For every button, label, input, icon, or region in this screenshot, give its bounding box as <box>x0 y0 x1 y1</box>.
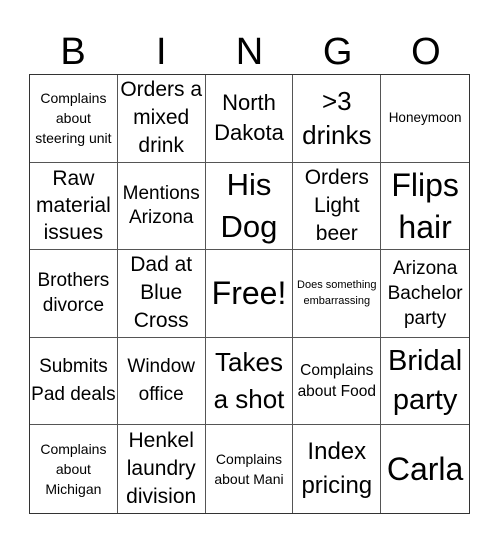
bingo-cell[interactable]: His Dog <box>205 162 294 251</box>
bingo-cell[interactable]: Brothers divorce <box>30 250 118 338</box>
cell-text: Complains about Michigan <box>40 441 107 498</box>
bingo-cell[interactable]: Submits Pad deals <box>30 337 118 426</box>
bingo-cell[interactable]: Honeymoon <box>381 75 469 163</box>
bingo-cell[interactable]: Raw material issues <box>30 162 118 251</box>
bingo-cell[interactable]: Orders Light beer <box>293 162 382 251</box>
header-letter-b: B <box>60 31 86 73</box>
cell-text: Window office <box>127 356 195 406</box>
cell-text: Bridal party <box>388 345 463 417</box>
header-letter-o: O <box>411 31 441 73</box>
cell-text: North Dakota <box>214 90 284 146</box>
cell-text: Orders a mixed drink <box>120 78 203 158</box>
cell-text: Brothers divorce <box>37 270 110 317</box>
bingo-cell[interactable]: Carla <box>381 425 469 513</box>
bingo-cell[interactable]: Flips hair <box>381 163 469 251</box>
bingo-cell[interactable]: Complains about Food <box>293 337 382 426</box>
cell-text: Submits Pad deals <box>31 356 116 406</box>
bingo-cell[interactable]: Arizona Bachelor party <box>381 250 469 338</box>
cell-text: Flips hair <box>391 166 459 245</box>
bingo-cell[interactable]: Complains about Mani <box>206 425 294 513</box>
cell-text: Henkel laundry division <box>126 429 197 509</box>
cell-text: Dad at Blue Cross <box>130 253 193 333</box>
bingo-cell[interactable]: Dad at Blue Cross <box>117 250 206 338</box>
cell-text: Index pricing <box>301 438 373 500</box>
bingo-cell[interactable]: Orders a mixed drink <box>117 75 206 163</box>
cell-text: Carla <box>386 451 464 488</box>
bingo-cell[interactable]: Complains about steering unit <box>30 75 118 163</box>
bingo-cell[interactable]: North Dakota <box>205 75 294 163</box>
cell-text: Takes a shot <box>213 347 285 415</box>
cell-text: Mentions Arizona <box>122 182 200 228</box>
bingo-cell[interactable]: Window office <box>117 337 206 426</box>
header-letter-i: I <box>156 31 167 73</box>
cell-text: Free! <box>211 275 287 312</box>
cell-text: Complains about Mani <box>214 451 284 488</box>
cell-text: Complains about Food <box>297 362 376 401</box>
bingo-cell[interactable]: >3 drinks <box>293 75 382 163</box>
cell-text: His Dog <box>220 166 278 244</box>
bingo-cell[interactable]: Does something embarrassing <box>293 250 382 338</box>
bingo-cell[interactable]: Takes a shot <box>205 337 294 426</box>
bingo-cell[interactable]: Henkel laundry division <box>118 425 206 513</box>
bingo-cell[interactable]: Free! <box>205 250 294 338</box>
cell-text: Raw material issues <box>36 167 111 245</box>
bingo-cell[interactable]: Complains about Michigan <box>30 425 118 513</box>
bingo-cell[interactable]: Index pricing <box>293 425 382 513</box>
cell-text: Orders Light beer <box>304 165 369 245</box>
cell-text: >3 drinks <box>302 86 372 151</box>
cell-text: Does something embarrassing <box>297 279 377 308</box>
cell-text: Honeymoon <box>388 110 462 126</box>
bingo-board: Complains about steering unit Orders a m… <box>29 74 470 514</box>
cell-text: Arizona Bachelor party <box>387 257 463 329</box>
bingo-cell[interactable]: Bridal party <box>381 338 469 426</box>
header-letter-g: G <box>322 31 353 73</box>
bingo-cell[interactable]: Mentions Arizona <box>117 162 206 251</box>
cell-text: Complains about steering unit <box>35 90 112 147</box>
header-letter-n: N <box>235 31 264 73</box>
bingo-header: B I N G O <box>29 30 470 74</box>
